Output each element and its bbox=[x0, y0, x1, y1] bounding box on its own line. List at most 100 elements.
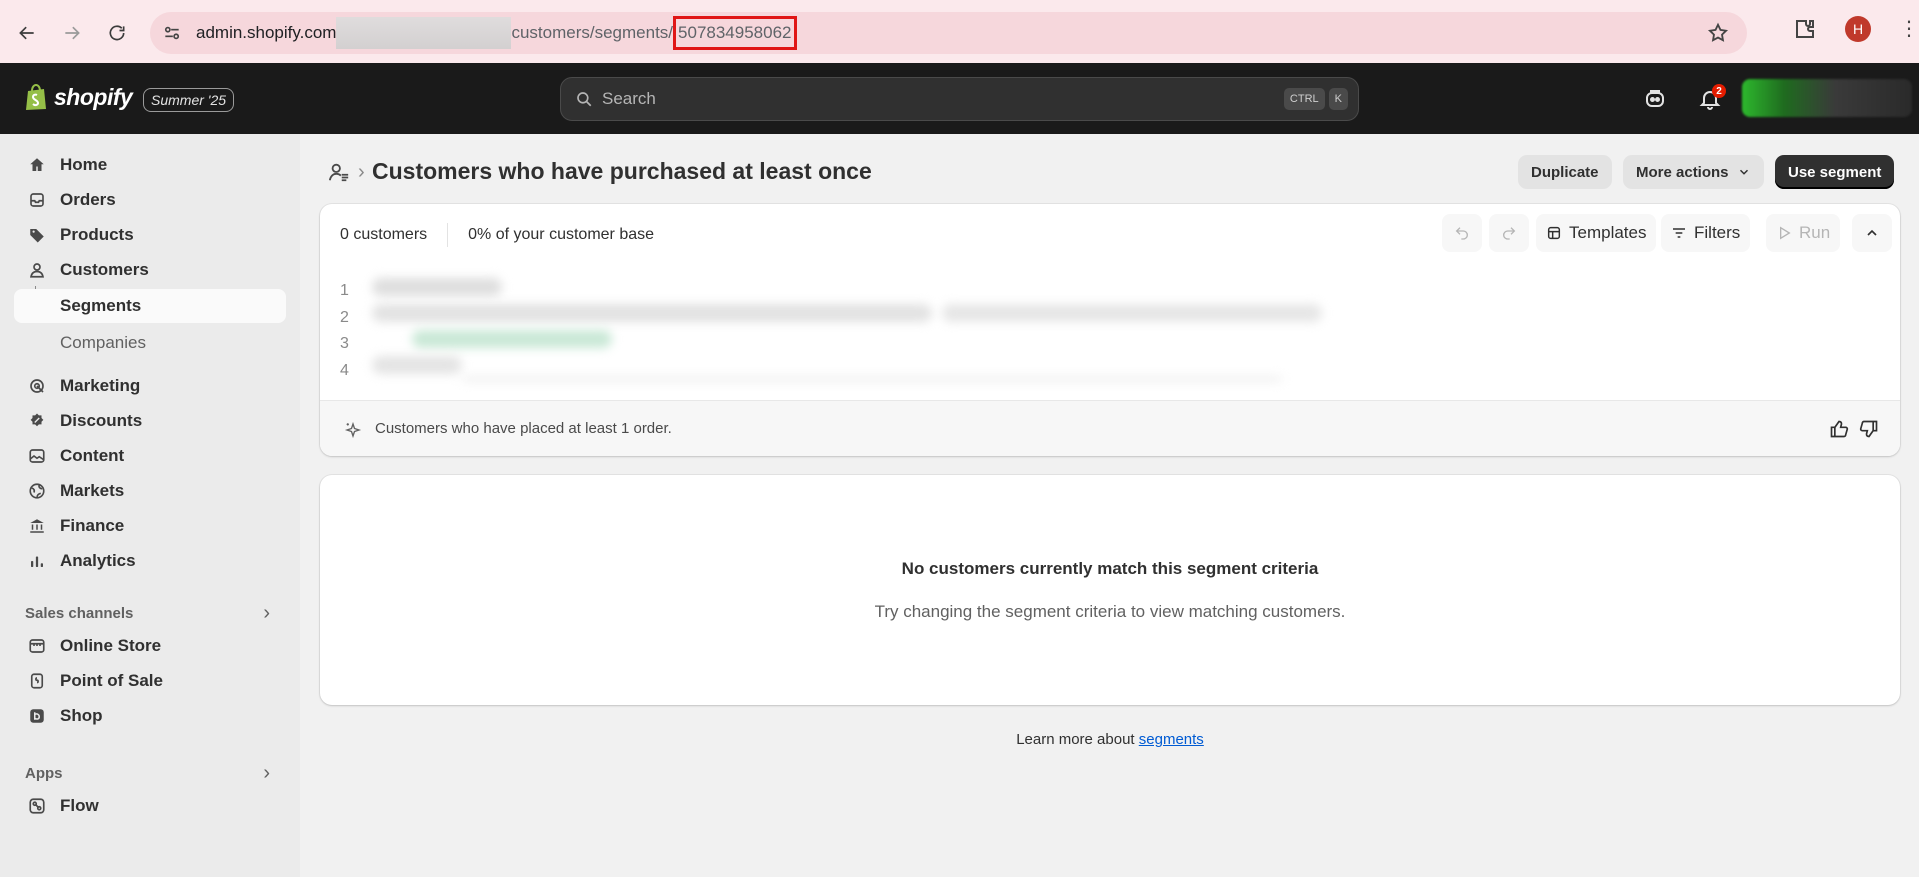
sidebar-item-products[interactable]: Products bbox=[14, 218, 286, 252]
orders-icon bbox=[30, 193, 44, 207]
edition-badge[interactable]: Summer '25 bbox=[143, 88, 235, 112]
sidebar-item-label: Flow bbox=[60, 796, 99, 815]
home-icon bbox=[30, 158, 44, 171]
play-icon bbox=[1780, 226, 1791, 240]
templates-label: Templates bbox=[1569, 223, 1647, 242]
line-number: 2 bbox=[340, 308, 349, 326]
sidebar-nav: Home Orders Products Customers Segments … bbox=[0, 134, 300, 877]
globe-icon bbox=[29, 483, 45, 499]
url-segment-id: 507834958062 bbox=[673, 16, 797, 50]
templates-icon bbox=[1547, 226, 1561, 240]
browser-toolbar: admin.shopify.com customers/segments/ 50… bbox=[0, 0, 1919, 63]
sidebar-item-label: Markets bbox=[60, 481, 125, 500]
sidebar-item-point-of-sale[interactable]: Point of Sale bbox=[14, 664, 286, 698]
run-label: Run bbox=[1799, 223, 1831, 242]
reload-icon[interactable] bbox=[102, 18, 132, 48]
ai-summary-bar: Customers who have placed at least 1 ord… bbox=[320, 400, 1900, 456]
sidebar-item-segments[interactable]: Segments bbox=[14, 289, 286, 323]
sidebar-item-customers[interactable]: Customers bbox=[14, 253, 286, 287]
apps-heading[interactable]: Apps › bbox=[25, 762, 270, 785]
person-icon bbox=[29, 263, 45, 278]
sidebar-item-finance[interactable]: Finance bbox=[14, 509, 286, 543]
sidebar-item-label: Segments bbox=[60, 296, 142, 315]
page-title: Customers who have purchased at least on… bbox=[372, 158, 872, 184]
browser-profile-avatar[interactable]: H bbox=[1845, 16, 1871, 42]
line-number: 1 bbox=[340, 282, 349, 299]
sidebar-item-label: Customers bbox=[60, 260, 149, 279]
target-icon bbox=[30, 379, 44, 393]
sidebar-item-label: Products bbox=[60, 225, 134, 244]
redo-icon bbox=[1503, 227, 1516, 240]
extensions-icon[interactable] bbox=[1793, 17, 1817, 41]
sidebar-item-marketing[interactable]: Marketing bbox=[14, 369, 286, 403]
search-icon bbox=[577, 92, 592, 107]
bank-icon bbox=[30, 519, 44, 533]
sidebar-item-label: Point of Sale bbox=[60, 671, 163, 690]
editor-line-numbers: 1 2 3 4 bbox=[340, 278, 349, 384]
run-button[interactable]: Run bbox=[1766, 214, 1841, 252]
sidebar-item-companies[interactable]: Companies bbox=[60, 333, 146, 353]
sales-channels-heading[interactable]: Sales channels › bbox=[25, 602, 270, 625]
collapse-button[interactable] bbox=[1852, 214, 1892, 252]
shortcut-k: K bbox=[1328, 88, 1348, 110]
chevron-right-icon: › bbox=[263, 602, 270, 624]
sidebar-item-label: Home bbox=[60, 155, 108, 174]
browser-menu-icon[interactable]: ⋮ bbox=[1899, 18, 1919, 40]
redo-button[interactable] bbox=[1489, 214, 1529, 252]
filters-button[interactable]: Filters bbox=[1661, 214, 1751, 252]
undo-button[interactable] bbox=[1442, 214, 1482, 252]
admin-topbar: shopify Summer '25 Search CTRL K 2 bbox=[0, 63, 1919, 134]
shopify-logo[interactable]: shopify bbox=[24, 83, 133, 111]
filter-icon bbox=[1673, 228, 1685, 238]
sidebar-item-orders[interactable]: Orders bbox=[14, 183, 286, 217]
customer-results-card: No customers currently match this segmen… bbox=[320, 475, 1900, 705]
filters-label: Filters bbox=[1694, 223, 1741, 242]
tag-icon bbox=[30, 229, 44, 243]
learn-more-prefix: Learn more about bbox=[1016, 731, 1139, 748]
sidebar-item-flow[interactable]: Flow bbox=[14, 789, 286, 823]
bookmark-star-icon[interactable] bbox=[1707, 22, 1729, 44]
url-host: admin.shopify.com bbox=[196, 23, 337, 42]
segment-query-editor[interactable] bbox=[372, 272, 1322, 392]
learn-more: Learn more about segments bbox=[300, 731, 1919, 748]
address-bar[interactable]: admin.shopify.com customers/segments/ 50… bbox=[150, 12, 1747, 54]
sidebar-item-content[interactable]: Content bbox=[14, 439, 286, 473]
undo-icon bbox=[1455, 227, 1468, 240]
url-path: customers/segments/ bbox=[511, 23, 674, 42]
discount-icon bbox=[30, 413, 44, 427]
sidebar-item-shop[interactable]: Shop bbox=[14, 699, 286, 733]
search-input[interactable]: Search CTRL K bbox=[560, 77, 1359, 121]
segment-editor-card: 0 customers 0% of your customer base Tem… bbox=[320, 204, 1900, 456]
site-settings-icon[interactable] bbox=[162, 23, 182, 43]
thumbs-down-icon[interactable] bbox=[1859, 419, 1879, 439]
sidebar-item-label: Content bbox=[60, 446, 125, 465]
sidebar-item-home[interactable]: Home bbox=[14, 148, 286, 182]
sidebar-item-discounts[interactable]: Discounts bbox=[14, 404, 286, 438]
segments-page-icon[interactable] bbox=[328, 161, 350, 183]
sidebar-item-label: Finance bbox=[60, 516, 125, 535]
templates-button[interactable]: Templates bbox=[1536, 214, 1657, 252]
section-label: Sales channels bbox=[25, 605, 134, 622]
section-label: Apps bbox=[25, 765, 63, 782]
sidebar-item-online-store[interactable]: Online Store bbox=[14, 629, 286, 663]
thumbs-up-icon[interactable] bbox=[1829, 419, 1849, 439]
search-placeholder: Search bbox=[602, 89, 656, 108]
pos-icon bbox=[30, 673, 44, 689]
segments-help-link[interactable]: segments bbox=[1139, 731, 1204, 748]
sidebar-item-markets[interactable]: Markets bbox=[14, 474, 286, 508]
sidebar-item-analytics[interactable]: Analytics bbox=[14, 544, 286, 578]
chevron-up-icon bbox=[1867, 229, 1877, 236]
back-icon[interactable] bbox=[12, 18, 42, 48]
customer-count: 0 customers bbox=[340, 226, 428, 243]
use-segment-button[interactable]: Use segment bbox=[1775, 155, 1895, 189]
sidekick-icon[interactable] bbox=[1643, 87, 1667, 111]
chevron-right-icon: › bbox=[263, 762, 270, 784]
breadcrumb-chevron-icon: › bbox=[358, 161, 365, 183]
ai-summary-text: Customers who have placed at least 1 ord… bbox=[375, 420, 672, 437]
duplicate-button[interactable]: Duplicate bbox=[1518, 155, 1612, 189]
forward-icon[interactable] bbox=[57, 18, 87, 48]
store-account-menu[interactable] bbox=[1742, 79, 1912, 117]
more-actions-button[interactable]: More actions bbox=[1623, 155, 1764, 189]
stats-divider bbox=[447, 223, 449, 247]
main-content: › Customers who have purchased at least … bbox=[300, 134, 1919, 877]
